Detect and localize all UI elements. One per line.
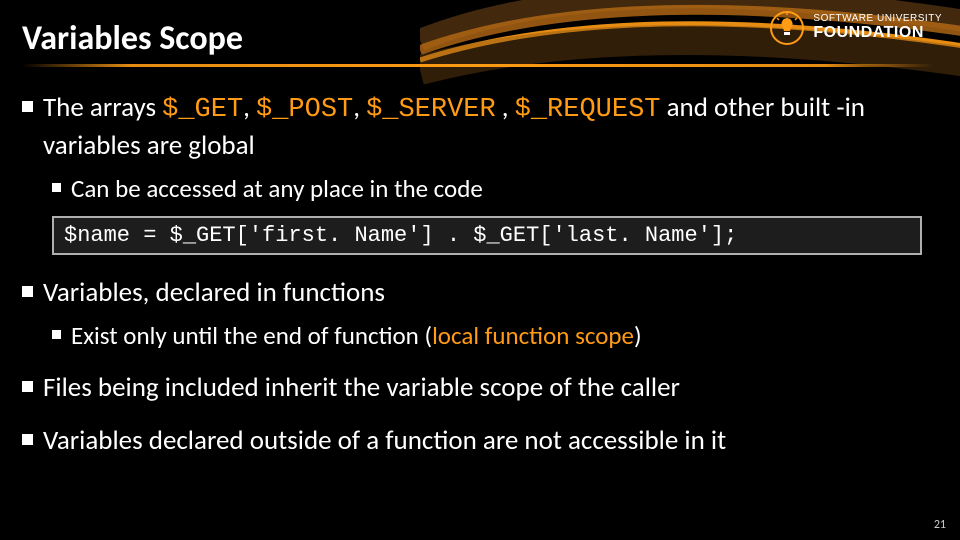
code-inline: $_REQUEST <box>515 95 661 125</box>
slide-title: Variables Scope <box>22 18 243 59</box>
bullet-1-sub: Can be accessed at any place in the code <box>52 173 938 206</box>
bullet-marker <box>22 434 33 445</box>
text-fragment: Variables, declared in functions <box>43 275 385 310</box>
highlight-text: local function scope <box>432 320 634 351</box>
bullet-2-sub: Exist only until the end of function (lo… <box>52 320 938 353</box>
text-fragment: The arrays <box>43 91 162 124</box>
bullet-2: Variables, declared in functions <box>22 275 938 310</box>
code-inline: $_SERVER <box>366 95 496 125</box>
bullet-marker <box>22 286 33 297</box>
lightbulb-gear-icon <box>769 10 805 46</box>
bullet-marker <box>22 381 33 392</box>
text-fragment: Exist only until the end of function ( <box>71 320 432 351</box>
bullet-marker <box>52 183 61 192</box>
code-inline: $_POST <box>256 95 353 125</box>
text-fragment: , <box>353 91 366 124</box>
page-number: 21 <box>934 518 946 532</box>
bullet-1: The arrays $_GET, $_POST, $_SERVER , $_R… <box>22 90 938 163</box>
slide-content: The arrays $_GET, $_POST, $_SERVER , $_R… <box>22 90 938 464</box>
text-fragment: , <box>243 91 256 124</box>
bullet-3: Files being included inherit the variabl… <box>22 370 938 405</box>
logo: SOFTWARE UNIVERSITY FOUNDATION <box>769 10 942 46</box>
code-inline: $_GET <box>162 95 243 125</box>
text-fragment: , <box>496 91 515 124</box>
text-fragment: Can be accessed at any place in the code <box>71 173 483 206</box>
text-fragment: Variables declared outside of a function… <box>43 423 726 458</box>
logo-text-line2: FOUNDATION <box>813 25 942 42</box>
bullet-4: Variables declared outside of a function… <box>22 423 938 458</box>
bullet-marker <box>22 101 33 112</box>
code-block: $name = $_GET['first. Name'] . $_GET['la… <box>52 216 922 255</box>
bullet-marker <box>52 330 61 339</box>
title-underline <box>22 64 934 67</box>
text-fragment: ) <box>634 320 642 351</box>
text-fragment: Files being included inherit the variabl… <box>43 370 680 405</box>
